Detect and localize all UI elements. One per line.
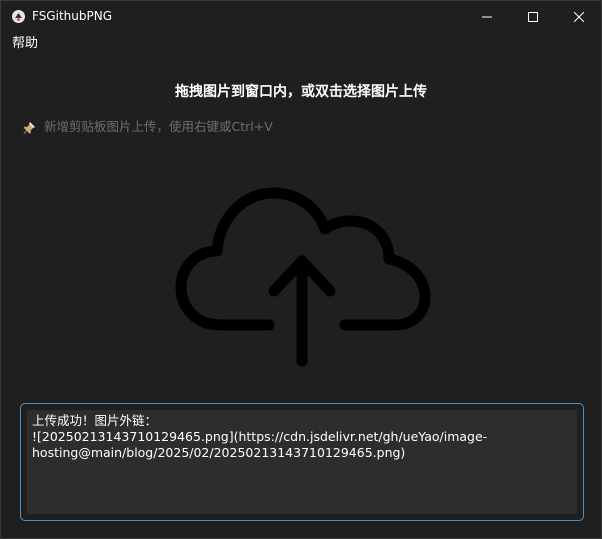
minimize-button[interactable]: [464, 1, 510, 32]
result-text-area-content[interactable]: 上传成功！图片外链： ![20250213143710129465.png](h…: [27, 410, 577, 514]
app-window: FSGithubPNG 帮助 拖拽图片到窗口内，或双击选择图片上传 新增剪贴板图…: [0, 0, 602, 539]
clipboard-hint: 新增剪贴板图片上传，使用右键或Ctrl+V: [22, 118, 273, 136]
drop-zone[interactable]: [173, 181, 433, 371]
result-markdown-line-continued: hosting@main/blog/2025/02/20250213143710…: [32, 445, 406, 460]
result-markdown-line: ![20250213143710129465.png](https://cdn.…: [32, 429, 488, 444]
menu-item-help[interactable]: 帮助: [12, 35, 38, 52]
menu-bar: 帮助: [1, 32, 601, 54]
title-bar[interactable]: FSGithubPNG: [1, 1, 601, 32]
cloud-upload-icon: [173, 187, 433, 375]
result-status-line: 上传成功！图片外链：: [32, 413, 158, 428]
app-logo-icon: [11, 9, 26, 24]
clipboard-hint-text: 新增剪贴板图片上传，使用右键或Ctrl+V: [44, 119, 273, 134]
window-title: FSGithubPNG: [32, 9, 112, 23]
close-icon: [574, 11, 584, 22]
pin-icon: [22, 120, 36, 134]
minimize-icon: [482, 12, 492, 22]
maximize-button[interactable]: [510, 1, 556, 32]
result-textarea[interactable]: 上传成功！图片外链： ![20250213143710129465.png](h…: [20, 403, 584, 521]
maximize-icon: [528, 11, 538, 22]
drop-instructions: 拖拽图片到窗口内，或双击选择图片上传: [175, 84, 427, 100]
close-button[interactable]: [556, 1, 602, 32]
